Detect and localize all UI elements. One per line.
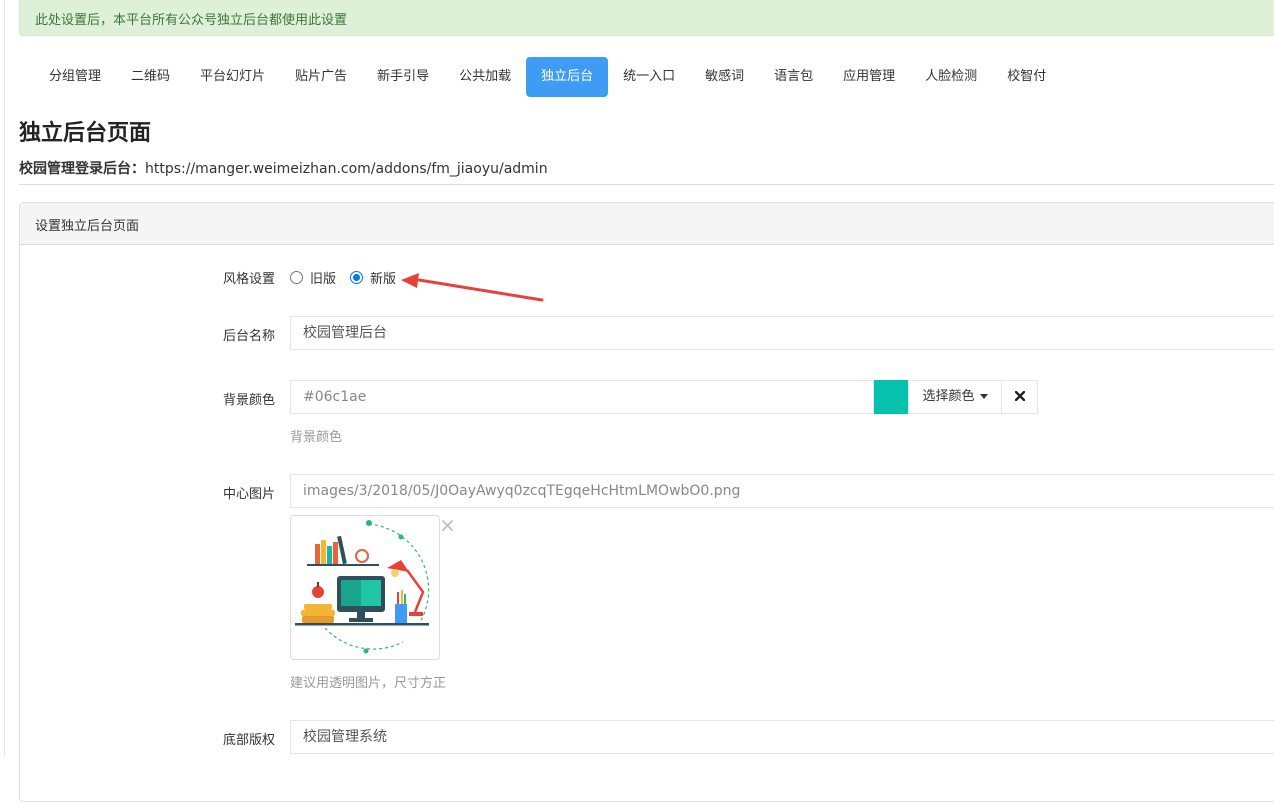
pick-color-button[interactable]: 选择颜色 [908, 380, 1002, 414]
tab-5[interactable]: 公共加载 [444, 57, 526, 97]
login-url-value: https://manger.weimeizhan.com/addons/fm_… [145, 161, 548, 177]
caret-down-icon [979, 394, 988, 399]
tab-12[interactable]: 校智付 [992, 57, 1061, 97]
desk-illustration-icon [295, 520, 430, 654]
page-title: 独立后台页面 [19, 121, 152, 146]
panel-heading: 设置独立后台页面 [20, 203, 1274, 245]
tab-7[interactable]: 统一入口 [608, 57, 690, 97]
bg-color-input[interactable]: #06c1ae [290, 380, 874, 414]
login-url-line: 校园管理登录后台：https://manger.weimeizhan.com/a… [19, 158, 548, 178]
tab-3[interactable]: 贴片广告 [280, 57, 362, 97]
bg-color-label: 背景颜色 [222, 393, 275, 408]
center-image-path-input[interactable]: images/3/2018/05/J0OayAwyq0zcqTEgqeHcHtm… [290, 474, 1274, 508]
notice-banner: 此处设置后，本平台所有公众号独立后台都使用此设置 [19, 0, 1274, 36]
center-image-label: 中心图片 [222, 487, 275, 502]
bg-color-help: 背景颜色 [290, 430, 343, 445]
pick-color-label: 选择颜色 [922, 389, 975, 404]
color-swatch[interactable] [874, 380, 908, 414]
notice-text: 此处设置后，本平台所有公众号独立后台都使用此设置 [35, 13, 348, 28]
tab-8[interactable]: 敏感词 [690, 57, 759, 97]
close-icon [442, 520, 453, 531]
tab-4[interactable]: 新手引导 [362, 57, 444, 97]
close-icon [1014, 390, 1025, 401]
tab-6[interactable]: 独立后台 [526, 57, 609, 97]
style-radio-group: 旧版 新版 [290, 268, 410, 287]
backend-name-label: 后台名称 [222, 329, 275, 344]
login-url-label: 校园管理登录后台： [19, 161, 145, 177]
center-image-thumbnail[interactable] [290, 515, 440, 660]
footer-copyright-label: 底部版权 [222, 733, 275, 748]
clear-color-button[interactable] [1001, 380, 1038, 414]
tab-bar: 分组管理 二维码 平台幻灯片 贴片广告 新手引导 公共加载 独立后台 统一入口 敏感词 语言包 应用… [34, 57, 1061, 97]
style-radio-new[interactable] [350, 271, 364, 284]
center-image-help: 建议用透明图片，尺寸方正 [290, 676, 447, 691]
style-radio-old[interactable] [290, 271, 303, 284]
style-option-new-label[interactable]: 新版 [370, 268, 396, 287]
tab-1[interactable]: 二维码 [116, 57, 185, 97]
tab-2[interactable]: 平台幻灯片 [185, 57, 280, 97]
tab-0[interactable]: 分组管理 [34, 57, 116, 97]
style-option-old-label[interactable]: 旧版 [310, 268, 336, 287]
tab-9[interactable]: 语言包 [759, 57, 828, 97]
remove-image-button[interactable] [442, 517, 453, 535]
divider [19, 184, 1274, 185]
tab-10[interactable]: 应用管理 [828, 57, 910, 97]
style-label: 风格设置 [222, 272, 275, 287]
left-border [4, 0, 5, 756]
tab-11[interactable]: 人脸检测 [910, 57, 992, 97]
annotation-arrow-icon [401, 273, 544, 302]
footer-copyright-input[interactable]: 校园管理系统 [290, 720, 1274, 754]
backend-name-input[interactable]: 校园管理后台 [290, 316, 1274, 350]
